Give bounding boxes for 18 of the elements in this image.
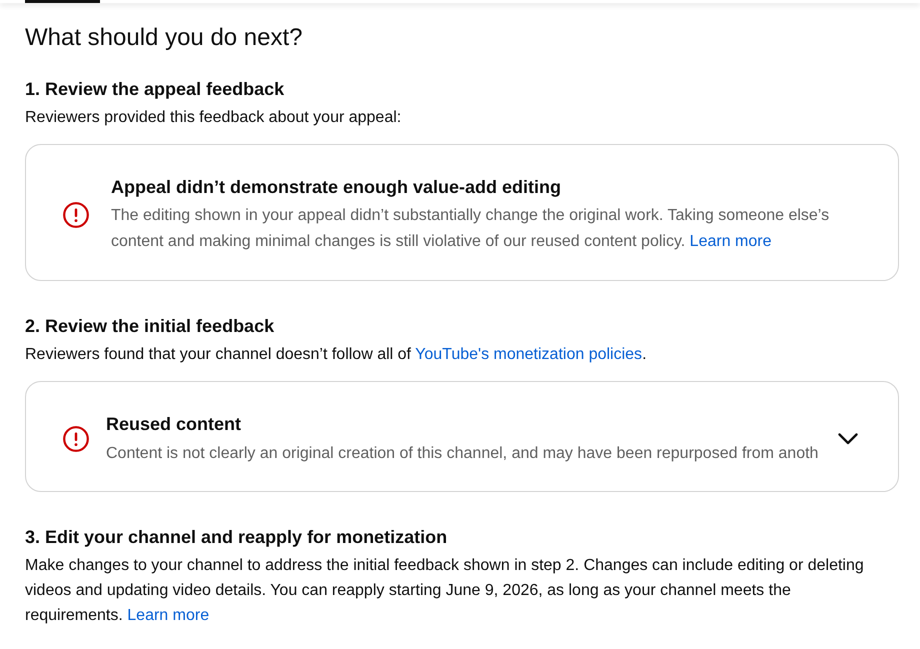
step-heading: 1. Review the appeal feedback (25, 78, 286, 101)
feedback-description: Content is not clearly an original creation of this channel, and may have been repurposed from anoth (106, 444, 820, 464)
feedback-title: Reused content (106, 413, 242, 436)
policy-link[interactable]: YouTube's monetization policies (415, 346, 642, 363)
step-description: Reviewers found that your channel doesn’t follow all of YouTube's monetization policies. (25, 345, 648, 365)
step-description: Make changes to your channel to address the initial feedback shown in step 2. Changes can include editing or deleting videos and updating video details. You can reapply starting June 9, 2026, as long as your channel meets the requirements. Learn more (25, 556, 865, 626)
chevron-icon[interactable] (838, 433, 858, 445)
feedback-title: Appeal didn’t demonstrate enough value-add editing (111, 176, 562, 199)
learn-more-link[interactable]: Learn more (127, 607, 210, 624)
page-heading: What should you do next? (25, 23, 304, 53)
learn-more-link[interactable]: Learn more (690, 233, 772, 250)
step-heading: 3. Edit your channel and reapply for monetization (25, 526, 448, 549)
step-description: Reviewers provided this feedback about your appeal: (25, 108, 402, 128)
alert-icon (63, 202, 89, 228)
feedback-description: The editing shown in your appeal didn’t substantially change the original work. Taking someone else’s content and making minimal changes is still violative of our reused content policy. Learn more (111, 206, 830, 252)
feedback-card[interactable]: Reused content Content is not clearly an original creation of this channel, and may have been repurposed from anoth (25, 381, 899, 492)
step-heading: 2. Review the initial feedback (25, 315, 276, 338)
alert-icon (63, 426, 89, 452)
